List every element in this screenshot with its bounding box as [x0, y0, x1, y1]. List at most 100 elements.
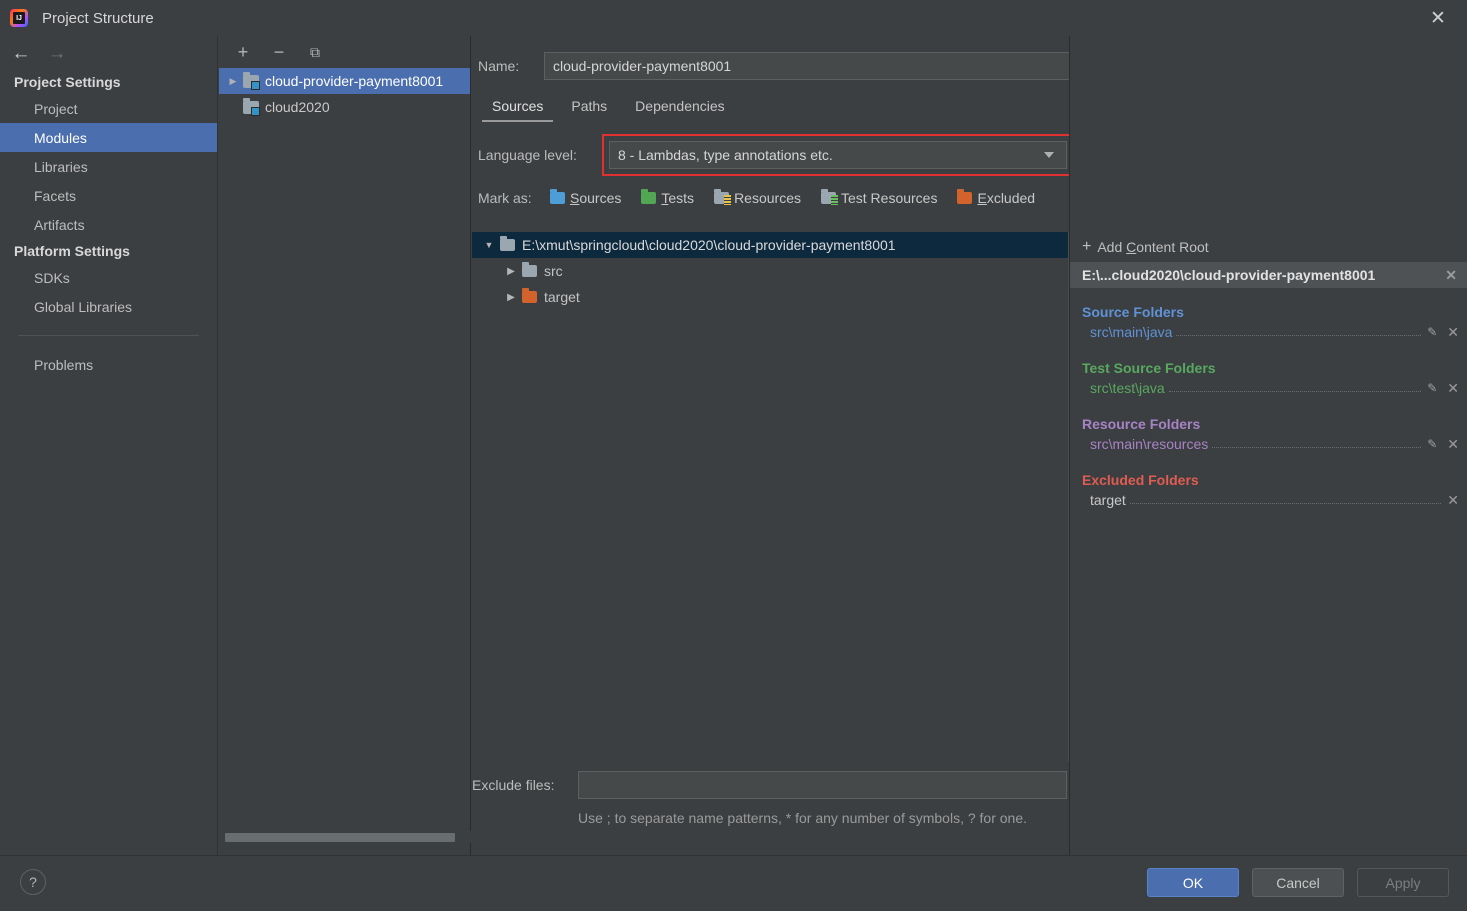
chevron-right-icon[interactable]: ▶ [500, 266, 522, 277]
resource-folder-path: src\main\resources [1090, 436, 1209, 452]
mark-as-resources-button[interactable]: Resources [714, 189, 801, 206]
module-row-cloud2020[interactable]: ▶ cloud2020 [219, 94, 470, 120]
sidebar-item-libraries[interactable]: Libraries [0, 152, 217, 181]
sidebar-group-project-settings: Project Settings [14, 74, 121, 90]
apply-button[interactable]: Apply [1357, 868, 1449, 897]
add-module-button[interactable]: + [233, 42, 253, 62]
tab-paths[interactable]: Paths [557, 94, 621, 122]
remove-icon[interactable]: ✕ [1447, 492, 1459, 509]
tree-node-label: E:\xmut\springcloud\cloud2020\cloud-prov… [522, 237, 896, 253]
plus-icon: + [1082, 238, 1092, 255]
exclude-files-label: Exclude files: [472, 777, 555, 793]
mark-as-sources-label: Sources [570, 190, 622, 206]
sidebar-group-platform-settings: Platform Settings [14, 243, 130, 259]
sidebar-item-global-libraries[interactable]: Global Libraries [0, 292, 217, 321]
dotted-filler [1168, 380, 1422, 392]
mark-as-sources-button[interactable]: Sources [550, 189, 622, 206]
exclude-files-row: Exclude files: [472, 771, 1067, 799]
modules-horizontal-scrollbar[interactable] [219, 831, 471, 843]
remove-icon[interactable]: ✕ [1447, 324, 1459, 341]
test-source-folder-path: src\test\java [1090, 380, 1165, 396]
mark-as-tests-button[interactable]: Tests [641, 189, 694, 206]
edit-icon[interactable]: ✎ [1427, 437, 1437, 451]
edit-icon[interactable]: ✎ [1427, 325, 1437, 339]
modules-panel: + − ⧉ ▶ cloud-provider-payment8001 ▶ clo… [219, 36, 471, 855]
modules-list: ▶ cloud-provider-payment8001 ▶ cloud2020 [219, 68, 470, 120]
folder-icon [522, 262, 537, 277]
chevron-right-icon[interactable]: ▶ [225, 76, 241, 87]
sidebar-item-artifacts[interactable]: Artifacts [0, 210, 217, 239]
content-root-tree: ▼ E:\xmut\springcloud\cloud2020\cloud-pr… [472, 232, 1072, 762]
tree-row[interactable]: ▶ target [472, 284, 1072, 310]
tree-row[interactable]: ▼ E:\xmut\springcloud\cloud2020\cloud-pr… [472, 232, 1072, 258]
settings-sidebar: ← → Project Settings Project Modules Lib… [0, 36, 218, 855]
dotted-filler [1176, 324, 1422, 336]
remove-content-root-icon[interactable]: ✕ [1445, 267, 1457, 284]
scrollbar-thumb[interactable] [225, 833, 455, 842]
content-root-header: E:\...cloud2020\cloud-provider-payment80… [1070, 262, 1467, 288]
sidebar-item-modules[interactable]: Modules [0, 123, 217, 152]
help-button[interactable]: ? [20, 869, 46, 895]
remove-module-button[interactable]: − [269, 42, 289, 62]
project-structure-dialog: Project Structure ✕ ← → Project Settings… [0, 0, 1467, 911]
folder-icon [500, 236, 515, 251]
chevron-right-icon[interactable]: ▶ [500, 292, 522, 303]
chevron-down-icon[interactable]: ▼ [478, 240, 500, 250]
language-level-dropdown[interactable]: 8 - Lambdas, type annotations etc. [609, 141, 1067, 169]
mark-as-excluded-label: Excluded [977, 190, 1036, 206]
tab-dependencies[interactable]: Dependencies [621, 94, 739, 122]
folder-excluded-icon [522, 288, 537, 303]
sidebar-nav-arrows: ← → [0, 36, 217, 70]
sidebar-divider [18, 335, 199, 336]
dotted-filler [1212, 436, 1422, 448]
sidebar-item-sdks[interactable]: SDKs [0, 263, 217, 292]
source-folders-title: Source Folders [1082, 304, 1184, 320]
mark-as-resources-label: Resources [734, 190, 801, 206]
module-row-cloud-provider-payment8001[interactable]: ▶ cloud-provider-payment8001 [219, 68, 470, 94]
module-folder-icon [243, 71, 260, 90]
module-label: cloud-provider-payment8001 [265, 73, 444, 89]
ok-button[interactable]: OK [1147, 868, 1239, 897]
cancel-button[interactable]: Cancel [1252, 868, 1344, 897]
sidebar-item-problems[interactable]: Problems [0, 350, 217, 379]
folder-tests-icon [641, 189, 657, 204]
source-folder-path: src\main\java [1090, 324, 1173, 340]
add-content-root-button[interactable]: + Add Content Root [1070, 232, 1467, 262]
mark-as-label: Mark as: [478, 190, 532, 206]
title-bar: Project Structure ✕ [0, 0, 1467, 36]
source-folder-row[interactable]: src\main\java ✎ ✕ [1070, 320, 1467, 344]
window-title: Project Structure [42, 9, 154, 27]
excluded-folders-group: Excluded Folders target ✕ [1070, 472, 1467, 512]
mark-as-excluded-button[interactable]: Excluded [957, 189, 1036, 206]
mark-as-test-resources-label: Test Resources [840, 190, 938, 206]
mark-as-test-resources-button[interactable]: Test Resources [820, 189, 938, 206]
language-level-highlight: 8 - Lambdas, type annotations etc. [602, 134, 1074, 176]
excluded-folder-row[interactable]: target ✕ [1070, 488, 1467, 512]
arrow-left-icon[interactable]: ← [10, 42, 32, 64]
name-label: Name: [478, 58, 520, 74]
resource-folder-row[interactable]: src\main\resources ✎ ✕ [1070, 432, 1467, 456]
folder-test-resources-icon [820, 189, 838, 205]
chevron-down-icon[interactable] [1044, 152, 1054, 158]
sidebar-item-facets[interactable]: Facets [0, 181, 217, 210]
exclude-files-hint: Use ; to separate name patterns, * for a… [578, 810, 1028, 826]
intellij-idea-icon [10, 9, 28, 27]
close-icon[interactable]: ✕ [1423, 5, 1453, 31]
resource-folders-title: Resource Folders [1082, 416, 1201, 432]
tree-row[interactable]: ▶ src [472, 258, 1072, 284]
modules-toolbar: + − ⧉ [219, 36, 470, 64]
folder-sources-icon [550, 189, 565, 204]
remove-icon[interactable]: ✕ [1447, 436, 1459, 453]
test-source-folder-row[interactable]: src\test\java ✎ ✕ [1070, 376, 1467, 400]
test-source-folders-title: Test Source Folders [1082, 360, 1216, 376]
sidebar-item-project[interactable]: Project [0, 94, 217, 123]
tree-node-label: target [544, 289, 580, 305]
remove-icon[interactable]: ✕ [1447, 380, 1459, 397]
module-folder-icon [243, 97, 260, 116]
tab-sources[interactable]: Sources [478, 94, 557, 122]
content-root-path: E:\...cloud2020\cloud-provider-payment80… [1082, 267, 1376, 283]
exclude-files-input[interactable] [578, 771, 1067, 799]
copy-module-button[interactable]: ⧉ [305, 42, 325, 62]
arrow-right-icon[interactable]: → [46, 42, 68, 64]
edit-icon[interactable]: ✎ [1427, 381, 1437, 395]
